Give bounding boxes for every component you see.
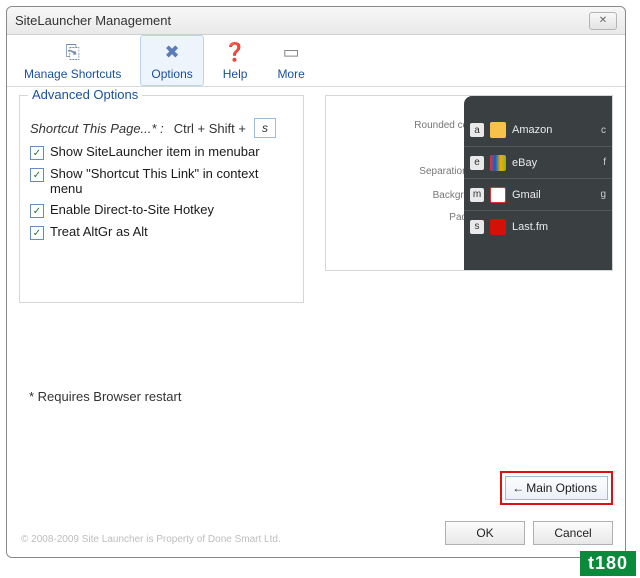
cancel-button[interactable]: Cancel [533,521,613,545]
arrow-left-icon: ← [512,481,524,495]
key-badge: s [470,220,484,234]
shortcut-key-input[interactable]: s [254,118,276,138]
bottom-area: ← Main Options OK Cancel © 2008-2009 Sit… [7,467,625,557]
restart-note: * Requires Browser restart [29,389,181,404]
shortcut-this-page-row: Shortcut This Page...* : Ctrl + Shift + … [30,118,293,138]
watermark: t180 [580,551,636,576]
checkbox-icon: ✓ [30,204,44,218]
site-icon [490,122,506,138]
preview-row: e eBay f [464,146,612,178]
dialog-buttons: OK Cancel [445,521,613,545]
copyright-text: © 2008-2009 Site Launcher is Property of… [21,534,281,545]
dialog-window: SiteLauncher Management ✕ ⎘ Manage Short… [6,6,626,558]
content-area: Advanced Options Shortcut This Page...* … [7,87,625,557]
close-button[interactable]: ✕ [589,12,617,30]
more-icon: ▭ [279,41,303,65]
checkbox-icon: ✓ [30,168,44,182]
preview-row: a Amazon c [464,114,612,146]
shortcut-label: Shortcut This Page...* : [30,121,164,136]
toolbar-options[interactable]: ✖ Options [140,35,203,86]
main-options-highlight: ← Main Options [500,471,613,505]
preview-row: s Last.fm [464,210,612,242]
toolbar-help[interactable]: ❓ Help [212,35,259,86]
preview-row: m Gmail g [464,178,612,210]
key-badge: m [470,188,484,202]
site-icon [490,219,506,235]
checkbox-icon: ✓ [30,226,44,240]
shortcut-modifier: Ctrl + Shift + [174,121,246,136]
launcher-preview: a Amazon c e eBay f m Gmail g [464,96,612,271]
checkbox-icon: ✓ [30,146,44,160]
checkbox-row-context-menu[interactable]: ✓ Show "Shortcut This Link" in context m… [30,166,293,196]
checkbox-row-direct-hotkey[interactable]: ✓ Enable Direct-to-Site Hotkey [30,202,293,218]
key-badge: a [470,123,484,137]
window-title: SiteLauncher Management [15,13,589,28]
main-options-button[interactable]: ← Main Options [505,476,608,500]
checkbox-row-altgr[interactable]: ✓ Treat AltGr as Alt [30,224,293,240]
site-icon [490,155,506,171]
titlebar: SiteLauncher Management ✕ [7,7,625,35]
preview-panel: Rounded corner Text Separation line Back… [325,95,613,271]
close-icon: ✕ [599,15,607,26]
key-badge: e [470,156,484,170]
ok-button[interactable]: OK [445,521,525,545]
toolbar-manage-shortcuts[interactable]: ⎘ Manage Shortcuts [13,35,132,86]
options-icon: ✖ [160,41,184,65]
toolbar-more[interactable]: ▭ More [266,35,315,86]
checkbox-row-menubar[interactable]: ✓ Show SiteLauncher item in menubar [30,144,293,160]
group-legend: Advanced Options [28,87,142,102]
help-icon: ❓ [223,41,247,65]
shortcut-icon: ⎘ [61,41,85,65]
advanced-options-group: Advanced Options Shortcut This Page...* … [19,95,304,303]
site-icon [490,187,506,203]
toolbar: ⎘ Manage Shortcuts ✖ Options ❓ Help ▭ Mo… [7,35,625,87]
